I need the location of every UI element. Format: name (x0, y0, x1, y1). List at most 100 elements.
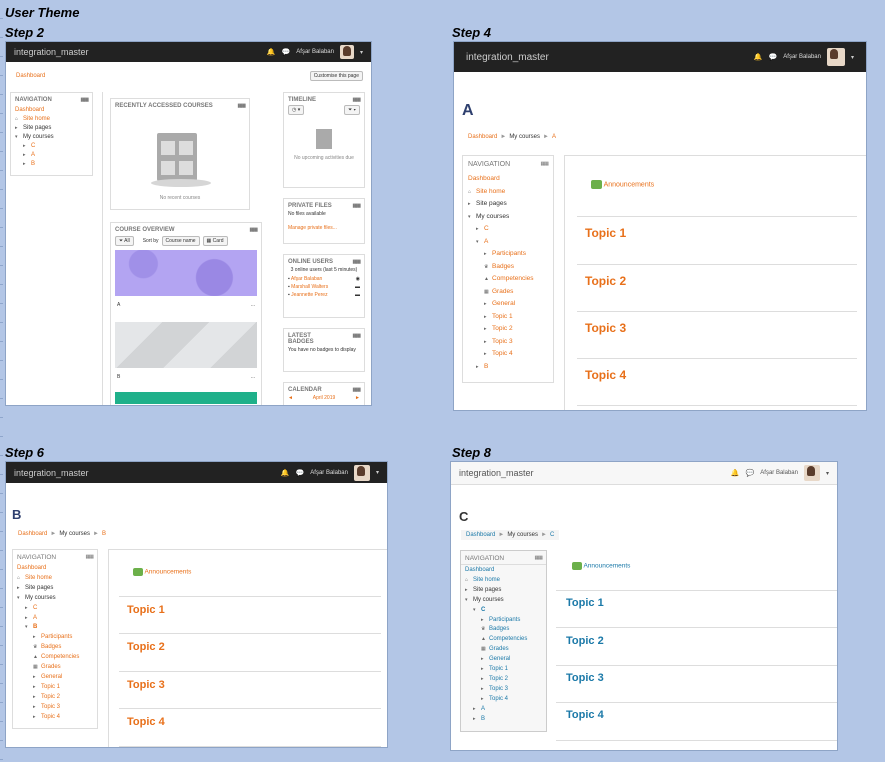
breadcrumb-dashboard[interactable]: Dashboard (16, 73, 45, 79)
nav-course-c[interactable]: C (481, 607, 485, 613)
nav-course-b[interactable]: B (33, 624, 37, 630)
block-controls-icon[interactable]: ▦▦ (250, 227, 259, 233)
nav-grades[interactable]: Grades (492, 288, 513, 295)
nav-site-home[interactable]: Site home (473, 577, 500, 583)
nav-dashboard[interactable]: Dashboard (465, 566, 542, 576)
nav-badges[interactable]: Badges (489, 626, 509, 632)
message-icon[interactable]: ▬ (355, 283, 360, 291)
nav-course-b[interactable]: B (31, 161, 35, 167)
nav-site-pages[interactable]: Site pages (23, 125, 51, 131)
chat-icon[interactable]: 💬 (746, 469, 755, 477)
breadcrumb-course[interactable]: C (550, 532, 554, 538)
chevron-down-icon[interactable]: ▾ (15, 133, 23, 142)
chevron-down-icon[interactable]: ▾ (468, 211, 476, 224)
block-controls-icon[interactable]: ▦▦ (353, 333, 362, 345)
nav-site-home[interactable]: Site home (23, 116, 50, 122)
nav-topic-1[interactable]: Topic 1 (41, 684, 60, 690)
nav-site-pages[interactable]: Site pages (25, 585, 53, 591)
user-name[interactable]: Afşar Balaban (310, 470, 348, 476)
course-b-image[interactable] (115, 322, 257, 368)
course-a-name[interactable]: A (117, 302, 120, 308)
nav-topic-2[interactable]: Topic 2 (489, 676, 508, 682)
nav-general[interactable]: General (492, 300, 515, 307)
nav-course-a[interactable]: A (33, 615, 37, 621)
breadcrumb-course[interactable]: A (552, 134, 556, 140)
nav-general[interactable]: General (489, 656, 510, 662)
site-name[interactable]: integration_master (459, 468, 534, 478)
chevron-down-icon[interactable]: ▾ (851, 54, 854, 61)
chevron-right-icon[interactable]: ▸ (476, 361, 484, 374)
nav-course-b[interactable]: B (481, 716, 485, 722)
nav-topic-4[interactable]: Topic 4 (489, 696, 508, 702)
avatar[interactable] (803, 465, 820, 481)
chevron-right-icon[interactable]: ▸ (484, 298, 492, 311)
block-controls-icon[interactable]: ▦▦ (238, 103, 247, 109)
chevron-down-icon[interactable]: ▾ (17, 594, 25, 604)
chevron-right-icon[interactable]: ▸ (25, 614, 33, 624)
chevron-right-icon[interactable]: ▸ (481, 665, 489, 675)
bell-icon[interactable]: 🔔 (267, 48, 276, 56)
chevron-right-icon[interactable]: ▸ (33, 683, 41, 693)
nav-competencies[interactable]: Competencies (492, 275, 534, 282)
chevron-right-icon[interactable]: ▸ (23, 151, 31, 160)
eye-icon[interactable]: ◉ (356, 275, 360, 283)
nav-topic-2[interactable]: Topic 2 (492, 325, 513, 332)
nav-course-a[interactable]: A (484, 238, 488, 245)
nav-my-courses[interactable]: My courses (25, 595, 56, 601)
calendar-prev-icon[interactable]: ◄ (288, 395, 293, 401)
chat-icon[interactable]: 💬 (282, 48, 291, 56)
chevron-down-icon[interactable]: ▾ (465, 596, 473, 606)
site-name[interactable]: integration_master (466, 52, 549, 63)
nav-course-c[interactable]: C (31, 143, 35, 149)
bell-icon[interactable]: 🔔 (754, 53, 763, 61)
breadcrumb-my-courses[interactable]: My courses (509, 134, 540, 140)
nav-site-home[interactable]: Site home (476, 188, 505, 195)
course-a-menu-icon[interactable]: ... (251, 302, 255, 308)
chevron-right-icon[interactable]: ▸ (473, 705, 481, 715)
breadcrumb-my-courses[interactable]: My courses (59, 531, 90, 537)
chevron-right-icon[interactable]: ▸ (473, 715, 481, 725)
nav-badges[interactable]: Badges (492, 263, 514, 270)
chat-icon[interactable]: 💬 (769, 53, 778, 61)
nav-general[interactable]: General (41, 674, 62, 680)
nav-course-c[interactable]: C (33, 605, 37, 611)
chevron-right-icon[interactable]: ▸ (33, 693, 41, 703)
chevron-right-icon[interactable]: ▸ (481, 685, 489, 695)
site-name[interactable]: integration_master (14, 468, 89, 478)
chevron-right-icon[interactable]: ▸ (484, 348, 492, 361)
nav-grades[interactable]: Grades (41, 664, 61, 670)
chevron-down-icon[interactable]: ▾ (826, 470, 829, 477)
nav-participants[interactable]: Participants (41, 634, 72, 640)
breadcrumb-dashboard[interactable]: Dashboard (468, 134, 497, 140)
block-controls-icon[interactable]: ▦▦ (86, 554, 95, 561)
nav-competencies[interactable]: Competencies (41, 654, 79, 660)
nav-participants[interactable]: Participants (489, 617, 520, 623)
nav-site-pages[interactable]: Site pages (476, 200, 507, 207)
nav-topic-1[interactable]: Topic 1 (492, 313, 513, 320)
chevron-right-icon[interactable]: ▸ (17, 584, 25, 594)
chevron-right-icon[interactable]: ▸ (25, 604, 33, 614)
breadcrumb-dashboard[interactable]: Dashboard (18, 531, 47, 537)
chevron-right-icon[interactable]: ▸ (481, 675, 489, 685)
calendar-next-icon[interactable]: ► (355, 395, 360, 401)
nav-my-courses[interactable]: My courses (473, 597, 504, 603)
chevron-right-icon[interactable]: ▸ (33, 703, 41, 713)
online-user-1[interactable]: Afşar Balaban (291, 276, 322, 282)
block-controls-icon[interactable]: ▦▦ (81, 97, 90, 103)
avatar[interactable] (339, 45, 354, 59)
course-b-menu-icon[interactable]: ... (251, 374, 255, 380)
course-c-image[interactable] (115, 392, 257, 404)
block-controls-icon[interactable]: ▦▦ (353, 387, 362, 393)
chat-icon[interactable]: 💬 (296, 469, 305, 477)
customise-page-button[interactable]: Customise this page (309, 71, 363, 81)
chevron-right-icon[interactable]: ▸ (481, 695, 489, 705)
course-a-image[interactable] (115, 250, 257, 296)
chevron-right-icon[interactable]: ▸ (23, 142, 31, 151)
nav-my-courses[interactable]: My courses (476, 213, 509, 220)
site-name[interactable]: integration_master (14, 47, 89, 57)
online-user-2[interactable]: Marshall Walters (291, 284, 328, 290)
message-icon[interactable]: ▬ (355, 291, 360, 299)
online-user-3[interactable]: Jeannette Perez (291, 292, 327, 298)
announcements-link[interactable]: Announcements (604, 181, 655, 188)
nav-dashboard[interactable]: Dashboard (17, 564, 93, 574)
